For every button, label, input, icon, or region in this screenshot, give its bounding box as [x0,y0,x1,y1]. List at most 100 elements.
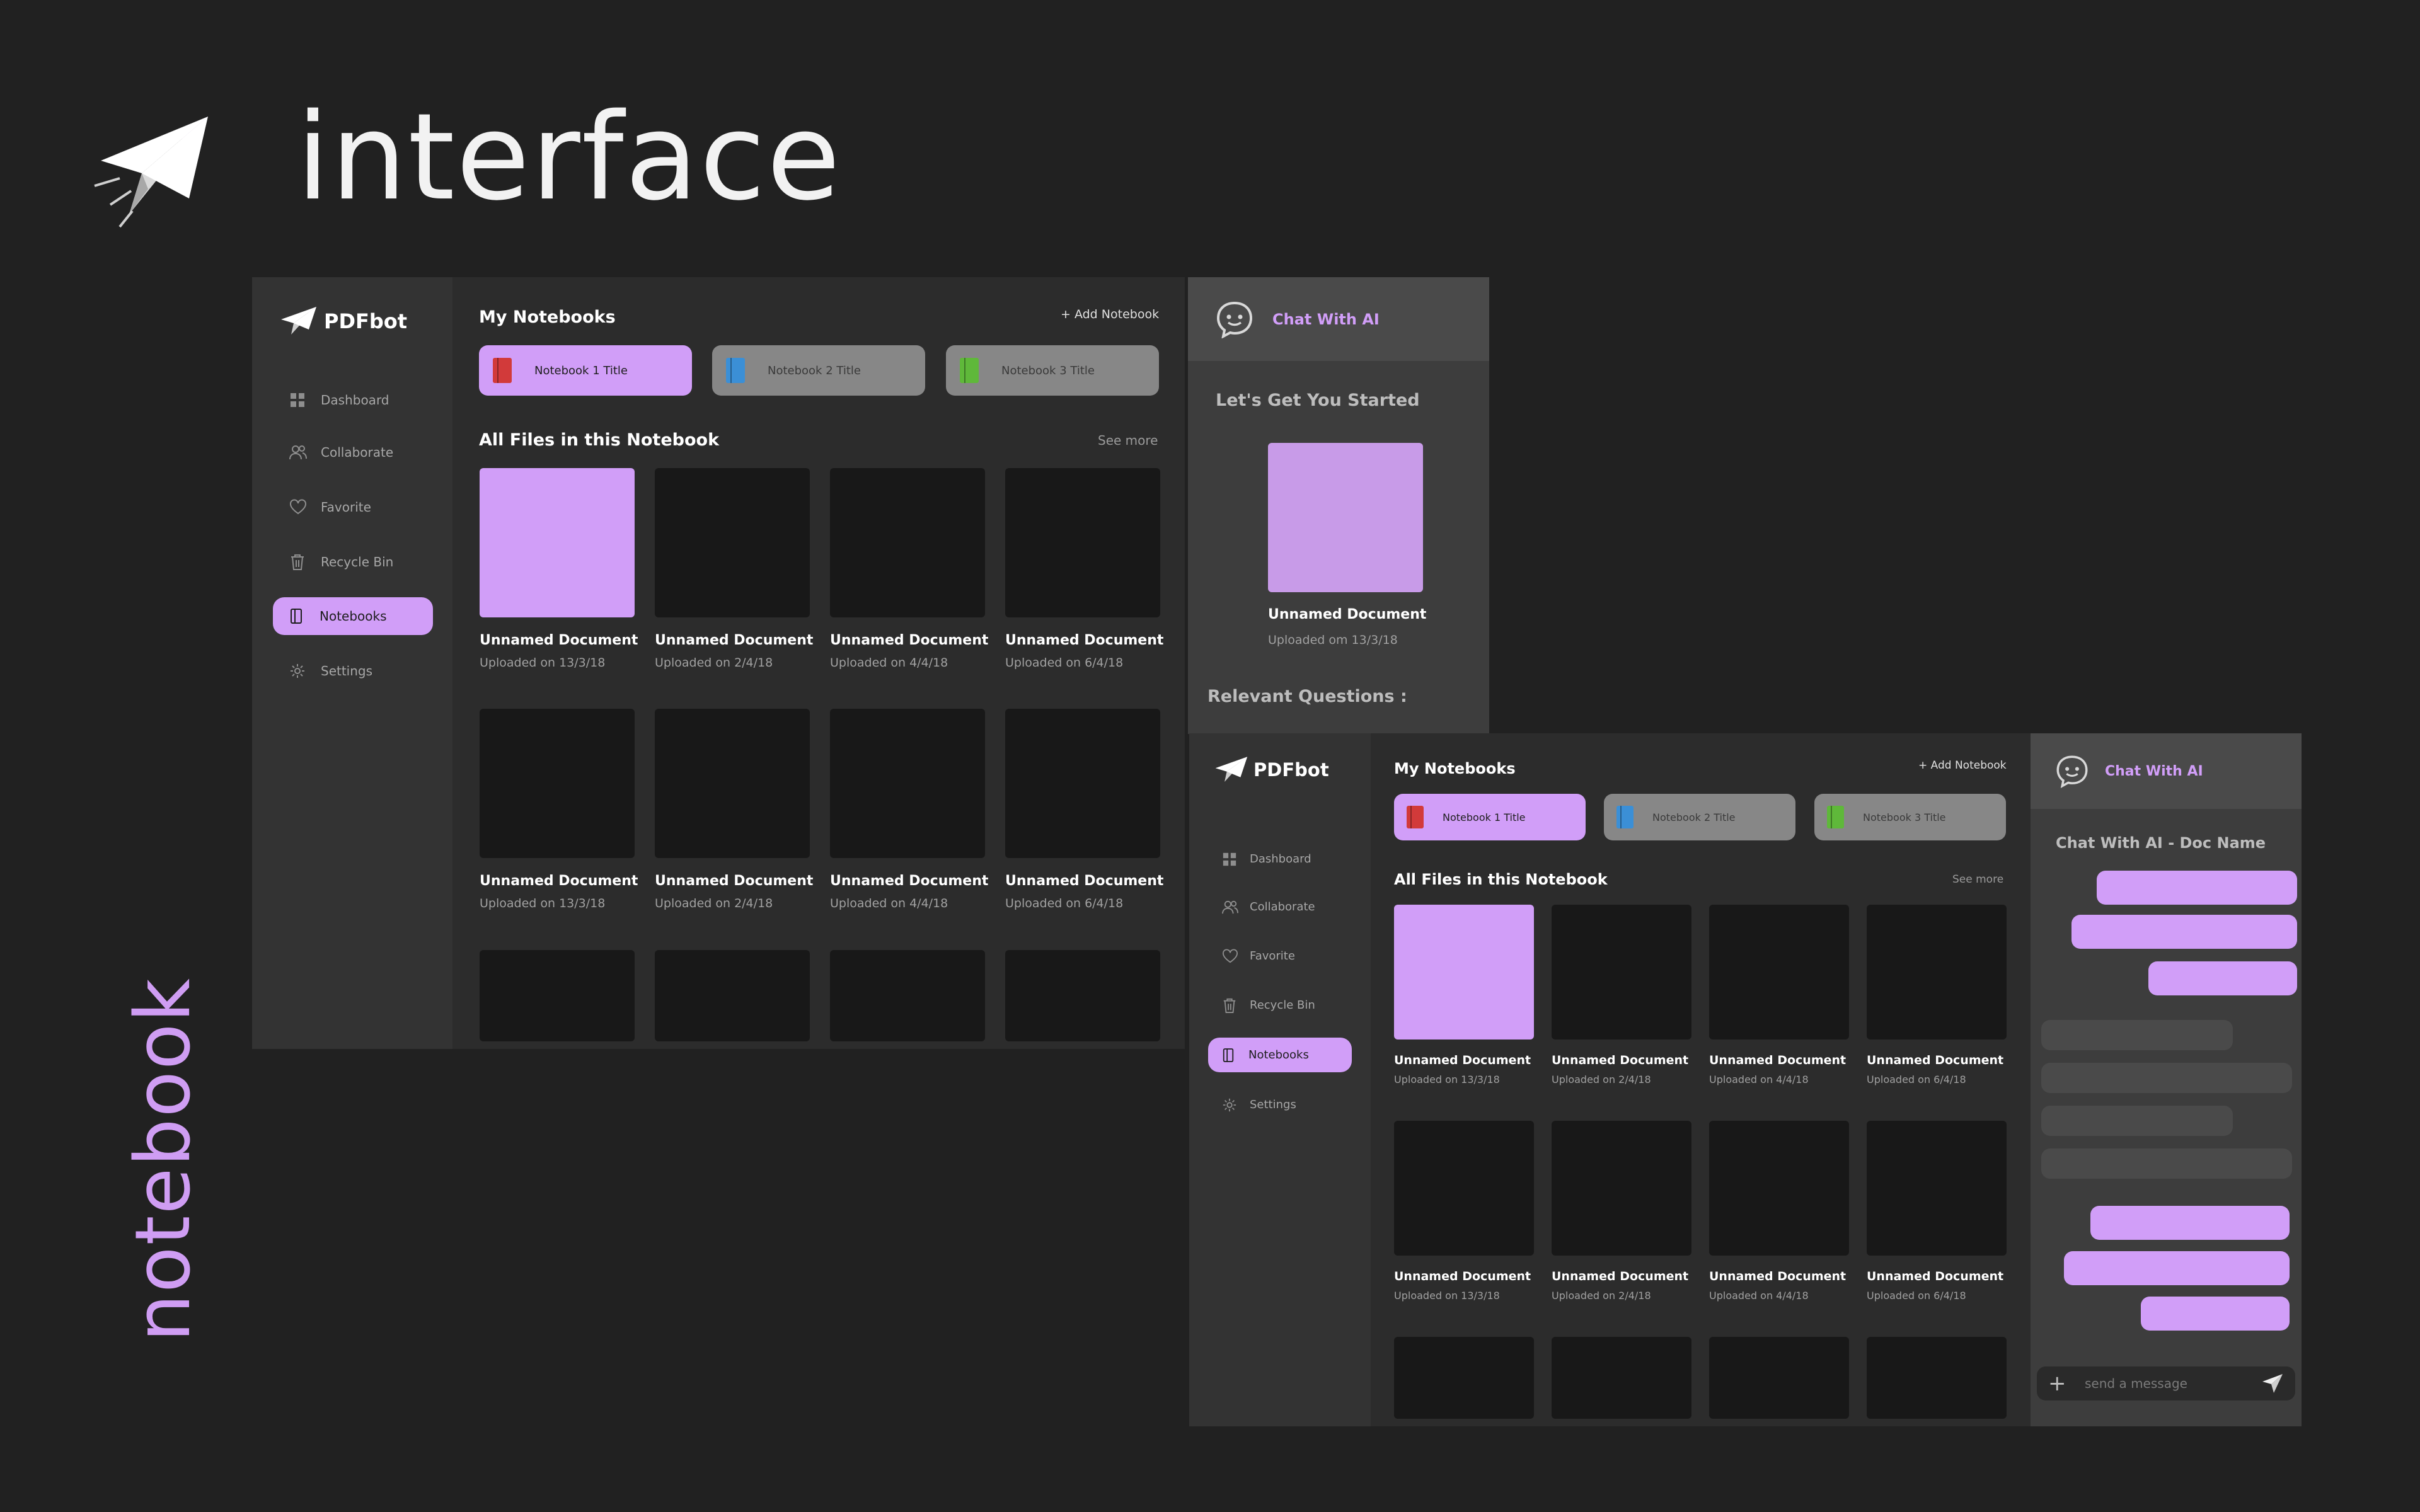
document-thumbnail[interactable] [1005,468,1160,617]
user-message-bubble [2148,961,2297,995]
document-thumbnail[interactable] [830,709,985,858]
notebook-tab-1[interactable]: Notebook 1 Title [1394,794,1586,840]
notebook-tab-2[interactable]: Notebook 2 Title [712,345,925,396]
document-thumbnail[interactable] [1005,950,1160,1041]
document-thumbnail[interactable] [1867,905,2007,1040]
document-thumbnail[interactable] [830,468,985,617]
document-date: Uploaded on 4/4/18 [830,656,948,670]
see-more-link[interactable]: See more [1098,433,1158,448]
message-placeholder: send a message [2085,1376,2187,1391]
nav-collaborate[interactable]: Collaborate [273,433,433,471]
document-card[interactable] [1394,1337,1534,1419]
my-notebooks-title: My Notebooks [1394,760,1516,777]
notebook-icon [1222,1048,1235,1063]
document-card[interactable]: Unnamed Document Uploaded on 2/4/18 [655,468,813,670]
document-thumbnail[interactable] [1709,905,1849,1040]
document-card[interactable]: Unnamed Document Uploaded on 4/4/18 [830,709,988,910]
notebook-tab-2[interactable]: Notebook 2 Title [1604,794,1795,840]
nav-collaborate[interactable]: Collaborate [1208,890,1352,924]
nav-label: Dashboard [321,392,389,408]
see-more-link[interactable]: See more [1952,873,2003,886]
document-thumbnail[interactable] [1394,905,1534,1040]
document-thumbnail[interactable] [1552,1121,1691,1256]
notebook-tab-3[interactable]: Notebook 3 Title [946,345,1159,396]
nav-notebooks[interactable]: Notebooks [1208,1038,1352,1072]
document-card[interactable]: Unnamed Document Uploaded on 13/3/18 [1394,905,1534,1085]
document-card[interactable]: Unnamed Document Uploaded on 2/4/18 [1552,905,1691,1085]
document-card[interactable]: Unnamed Document Uploaded on 13/3/18 [480,468,638,670]
document-card[interactable]: Unnamed Document Uploaded on 13/3/18 [480,709,638,910]
nav-label: Favorite [1250,949,1295,963]
brand[interactable]: PDFbot [1213,755,1329,784]
document-card[interactable]: Unnamed Document Uploaded on 2/4/18 [1552,1121,1691,1302]
document-thumbnail[interactable] [1867,1121,2007,1256]
document-card[interactable]: Unnamed Document Uploaded on 6/4/18 [1005,468,1163,670]
document-thumbnail[interactable] [1709,1121,1849,1256]
nav-settings[interactable]: Settings [1208,1087,1352,1122]
document-card[interactable] [1709,1337,1849,1419]
document-date: Uploaded on 6/4/18 [1867,1074,1966,1085]
nav-favorite[interactable]: Favorite [1208,939,1352,973]
nav-favorite[interactable]: Favorite [273,488,433,526]
document-thumbnail[interactable] [1005,709,1160,858]
message-input[interactable]: + send a message [2037,1366,2295,1400]
document-thumbnail[interactable] [655,709,810,858]
document-thumbnail[interactable] [1552,905,1691,1040]
nav-notebooks[interactable]: Notebooks [273,597,433,635]
document-thumbnail[interactable] [1552,1337,1691,1419]
document-date: Uploaded on 2/4/18 [655,896,773,910]
nav-recycle-bin[interactable]: Recycle Bin [1208,988,1352,1022]
document-date: Uploaded on 2/4/18 [655,656,773,670]
document-card[interactable] [480,950,635,1041]
document-card[interactable]: Unnamed Document Uploaded on 2/4/18 [655,709,813,910]
document-thumbnail[interactable] [1709,1337,1849,1419]
document-card[interactable] [1005,950,1160,1041]
document-card[interactable]: Unnamed Document Uploaded on 6/4/18 [1867,1121,2007,1302]
document-thumbnail[interactable] [480,468,635,617]
nav-dashboard[interactable]: Dashboard [273,381,433,419]
document-card[interactable] [655,950,810,1041]
document-thumbnail[interactable] [655,950,810,1041]
notebook-tab-1[interactable]: Notebook 1 Title [479,345,692,396]
nav-label: Settings [1250,1098,1296,1111]
document-name: Unnamed Document [480,633,638,648]
document-card[interactable] [830,950,985,1041]
document-card[interactable]: Unnamed Document Uploaded on 4/4/18 [830,468,988,670]
document-card[interactable]: Unnamed Document Uploaded on 13/3/18 [1394,1121,1534,1302]
nav-dashboard[interactable]: Dashboard [1208,842,1352,876]
user-message-bubble [2090,1206,2290,1240]
document-thumbnail[interactable] [1867,1337,2007,1419]
document-date: Uploaded on 4/4/18 [1709,1074,1809,1085]
nav-settings[interactable]: Settings [273,652,433,690]
ai-message-bubble [2041,1063,2292,1093]
nav-recycle-bin[interactable]: Recycle Bin [273,543,433,581]
brand[interactable]: PDFbot [279,306,407,337]
ai-message-bubble [2041,1148,2292,1179]
document-card[interactable]: Unnamed Document Uploaded on 6/4/18 [1867,905,2007,1085]
document-thumbnail[interactable] [830,950,985,1041]
document-preview[interactable] [1268,443,1423,592]
paper-plane-icon [281,307,316,335]
notebook-tab-3[interactable]: Notebook 3 Title [1814,794,2006,840]
document-thumbnail[interactable] [655,468,810,617]
document-card[interactable]: Unnamed Document Uploaded on 4/4/18 [1709,905,1849,1085]
relevant-questions-title: Relevant Questions : [1207,687,1407,706]
document-card[interactable]: Unnamed Document Uploaded on 6/4/18 [1005,709,1163,910]
users-icon [1222,900,1238,915]
document-card[interactable]: Unnamed Document Uploaded on 4/4/18 [1709,1121,1849,1302]
document-name: Unnamed Document [1867,1053,2004,1067]
send-icon[interactable] [2261,1373,2284,1394]
document-thumbnail[interactable] [480,950,635,1041]
document-thumbnail[interactable] [1394,1121,1534,1256]
red-book-icon [1407,806,1424,828]
add-notebook-link[interactable]: + Add Notebook [1061,307,1159,321]
preview-doc-date: Uploaded om 13/3/18 [1268,633,1398,647]
side-label: notebook [120,977,207,1342]
add-notebook-link[interactable]: + Add Notebook [1918,759,2007,772]
document-thumbnail[interactable] [1394,1337,1534,1419]
document-thumbnail[interactable] [480,709,635,858]
plus-icon[interactable]: + [2048,1371,2073,1396]
document-card[interactable] [1552,1337,1691,1419]
document-card[interactable] [1867,1337,2007,1419]
nav-label: Dashboard [1250,852,1311,866]
